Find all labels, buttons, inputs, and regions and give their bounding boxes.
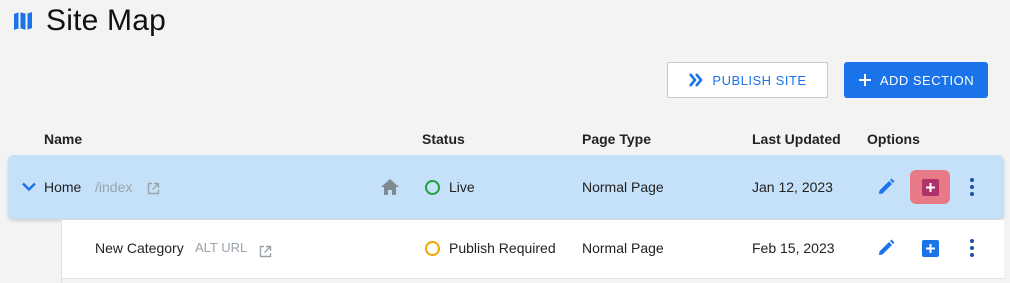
plus-icon [858,74,871,86]
more-options-icon[interactable] [964,237,980,259]
page-type: Normal Page [582,240,664,256]
add-subpage-icon[interactable] [920,178,940,196]
map-icon [12,10,34,32]
add-section-button[interactable]: ADD SECTION [844,62,988,98]
row-path: /index [95,179,133,195]
status-pending-icon [425,241,440,256]
pencil-icon[interactable] [876,238,896,258]
double-chevron-right-icon [689,73,704,87]
page-title: Site Map [46,4,166,37]
add-subpage-icon[interactable] [920,239,940,257]
column-header-status[interactable]: Status [422,131,465,147]
row-name[interactable]: New Category [95,240,184,256]
pencil-icon[interactable] [876,177,896,197]
column-header-page-type[interactable]: Page Type [582,131,651,147]
status-live-icon [425,180,440,195]
row-path: ALT URL [195,240,248,255]
last-updated: Jan 12, 2023 [752,179,833,195]
more-options-icon[interactable] [964,176,980,198]
page-type: Normal Page [582,179,664,195]
home-icon [380,177,400,197]
row-name[interactable]: Home [44,179,81,195]
publish-site-label: PUBLISH SITE [712,72,807,88]
column-header-name[interactable]: Name [44,131,82,147]
status-text: Publish Required [449,240,556,256]
add-section-label: ADD SECTION [879,72,975,88]
chevron-down-icon[interactable] [20,180,38,194]
publish-site-button[interactable]: PUBLISH SITE [667,62,828,98]
column-header-options: Options [867,131,920,147]
page-header: Site Map [12,4,166,38]
last-updated: Feb 15, 2023 [752,240,835,256]
external-link-icon[interactable] [145,180,161,196]
status-text: Live [449,179,475,195]
external-link-icon[interactable] [257,243,273,259]
column-header-last-updated[interactable]: Last Updated [752,131,841,147]
